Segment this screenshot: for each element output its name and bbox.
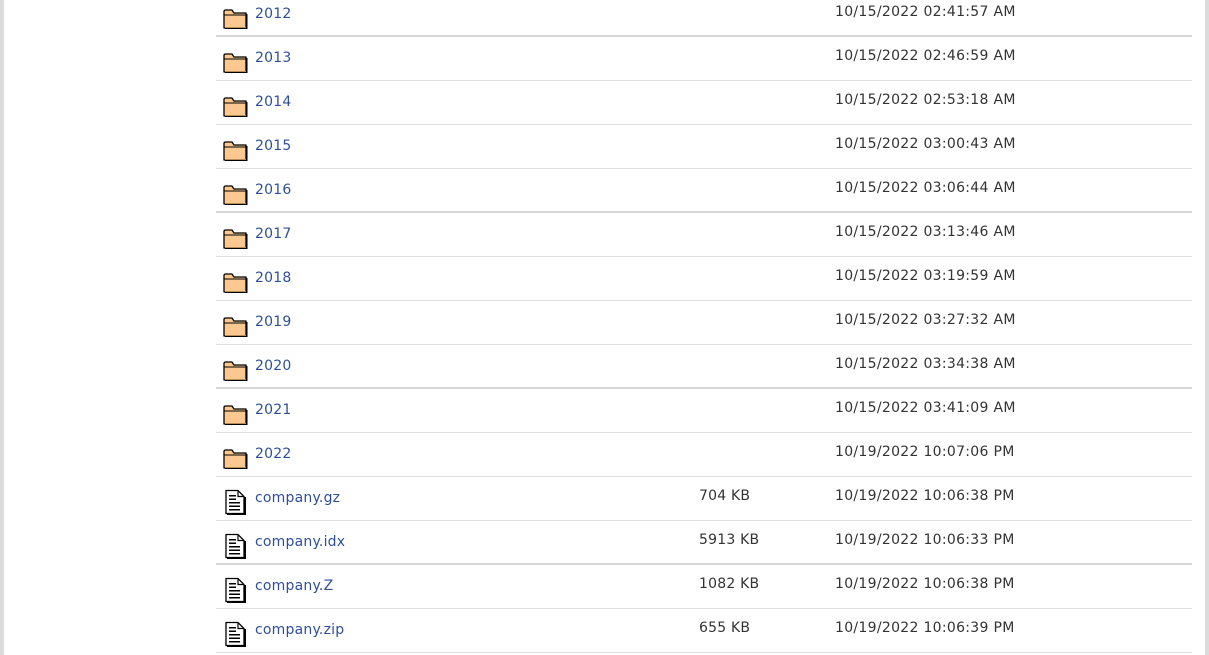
listing-row: 2018 10/15/2022 03:19:59 AM <box>216 257 1192 301</box>
listing-row: 2016 10/15/2022 03:06:44 AM <box>216 169 1192 213</box>
listing-row: company.idx 5913 KB 10/19/2022 10:06:33 PM <box>216 521 1192 565</box>
modified-date: 10/15/2022 03:27:32 AM <box>835 312 1016 328</box>
folder-link[interactable]: 2019 <box>255 314 291 330</box>
listing-row: company.gz 704 KB 10/19/2022 10:06:38 PM <box>216 477 1192 521</box>
file-size: 704 KB <box>699 488 751 504</box>
folder-icon[interactable] <box>222 5 248 31</box>
listing-row: 2019 10/15/2022 03:27:32 AM <box>216 301 1192 345</box>
file-size: 655 KB <box>699 620 751 636</box>
modified-date: 10/15/2022 03:19:59 AM <box>835 268 1016 284</box>
right-border <box>1205 0 1209 655</box>
listing-row: 2017 10/15/2022 03:13:46 AM <box>216 213 1192 257</box>
folder-link[interactable]: 2013 <box>255 50 291 66</box>
listing-row: company.Z 1082 KB 10/19/2022 10:06:38 PM <box>216 565 1192 609</box>
directory-listing-page: 2012 10/15/2022 02:41:57 AM 2013 10/15/202… <box>0 0 1209 655</box>
file-listing: 2012 10/15/2022 02:41:57 AM 2013 10/15/202… <box>216 0 1192 653</box>
modified-date: 10/15/2022 02:53:18 AM <box>835 92 1016 108</box>
listing-row: company.zip 655 KB 10/19/2022 10:06:39 PM <box>216 609 1192 653</box>
folder-link[interactable]: 2014 <box>255 94 291 110</box>
folder-icon[interactable] <box>222 445 248 471</box>
modified-date: 10/15/2022 02:41:57 AM <box>835 4 1016 20</box>
folder-link[interactable]: 2015 <box>255 138 291 154</box>
file-icon[interactable] <box>222 533 248 559</box>
listing-row: 2014 10/15/2022 02:53:18 AM <box>216 81 1192 125</box>
modified-date: 10/15/2022 03:34:38 AM <box>835 356 1016 372</box>
folder-link[interactable]: 2017 <box>255 226 291 242</box>
listing-row: 2012 10/15/2022 02:41:57 AM <box>216 0 1192 37</box>
folder-icon[interactable] <box>222 401 248 427</box>
modified-date: 10/15/2022 03:41:09 AM <box>835 400 1016 416</box>
folder-link[interactable]: 2020 <box>255 358 291 374</box>
listing-row: 2020 10/15/2022 03:34:38 AM <box>216 345 1192 389</box>
folder-icon[interactable] <box>222 269 248 295</box>
listing-row: 2021 10/15/2022 03:41:09 AM <box>216 389 1192 433</box>
modified-date: 10/15/2022 03:06:44 AM <box>835 180 1016 196</box>
folder-link[interactable]: 2018 <box>255 270 291 286</box>
file-icon[interactable] <box>222 621 248 647</box>
listing-row: 2013 10/15/2022 02:46:59 AM <box>216 37 1192 81</box>
folder-link[interactable]: 2012 <box>255 6 291 22</box>
folder-icon[interactable] <box>222 313 248 339</box>
folder-icon[interactable] <box>222 225 248 251</box>
listing-row: 2022 10/19/2022 10:07:06 PM <box>216 433 1192 477</box>
modified-date: 10/19/2022 10:06:39 PM <box>835 620 1015 636</box>
modified-date: 10/19/2022 10:06:38 PM <box>835 576 1015 592</box>
file-link[interactable]: company.Z <box>255 578 333 594</box>
modified-date: 10/19/2022 10:06:38 PM <box>835 488 1015 504</box>
file-link[interactable]: company.gz <box>255 490 340 506</box>
file-size: 5913 KB <box>699 532 760 548</box>
folder-icon[interactable] <box>222 357 248 383</box>
modified-date: 10/15/2022 02:46:59 AM <box>835 48 1016 64</box>
folder-link[interactable]: 2022 <box>255 446 291 462</box>
file-icon[interactable] <box>222 489 248 515</box>
modified-date: 10/15/2022 03:00:43 AM <box>835 136 1016 152</box>
file-link[interactable]: company.idx <box>255 534 345 550</box>
folder-link[interactable]: 2021 <box>255 402 291 418</box>
file-link[interactable]: company.zip <box>255 622 344 638</box>
folder-icon[interactable] <box>222 49 248 75</box>
file-icon[interactable] <box>222 577 248 603</box>
folder-link[interactable]: 2016 <box>255 182 291 198</box>
file-size: 1082 KB <box>699 576 760 592</box>
modified-date: 10/19/2022 10:06:33 PM <box>835 532 1015 548</box>
folder-icon[interactable] <box>222 93 248 119</box>
folder-icon[interactable] <box>222 181 248 207</box>
left-border <box>0 0 4 655</box>
modified-date: 10/19/2022 10:07:06 PM <box>835 444 1015 460</box>
folder-icon[interactable] <box>222 137 248 163</box>
modified-date: 10/15/2022 03:13:46 AM <box>835 224 1016 240</box>
listing-row: 2015 10/15/2022 03:00:43 AM <box>216 125 1192 169</box>
